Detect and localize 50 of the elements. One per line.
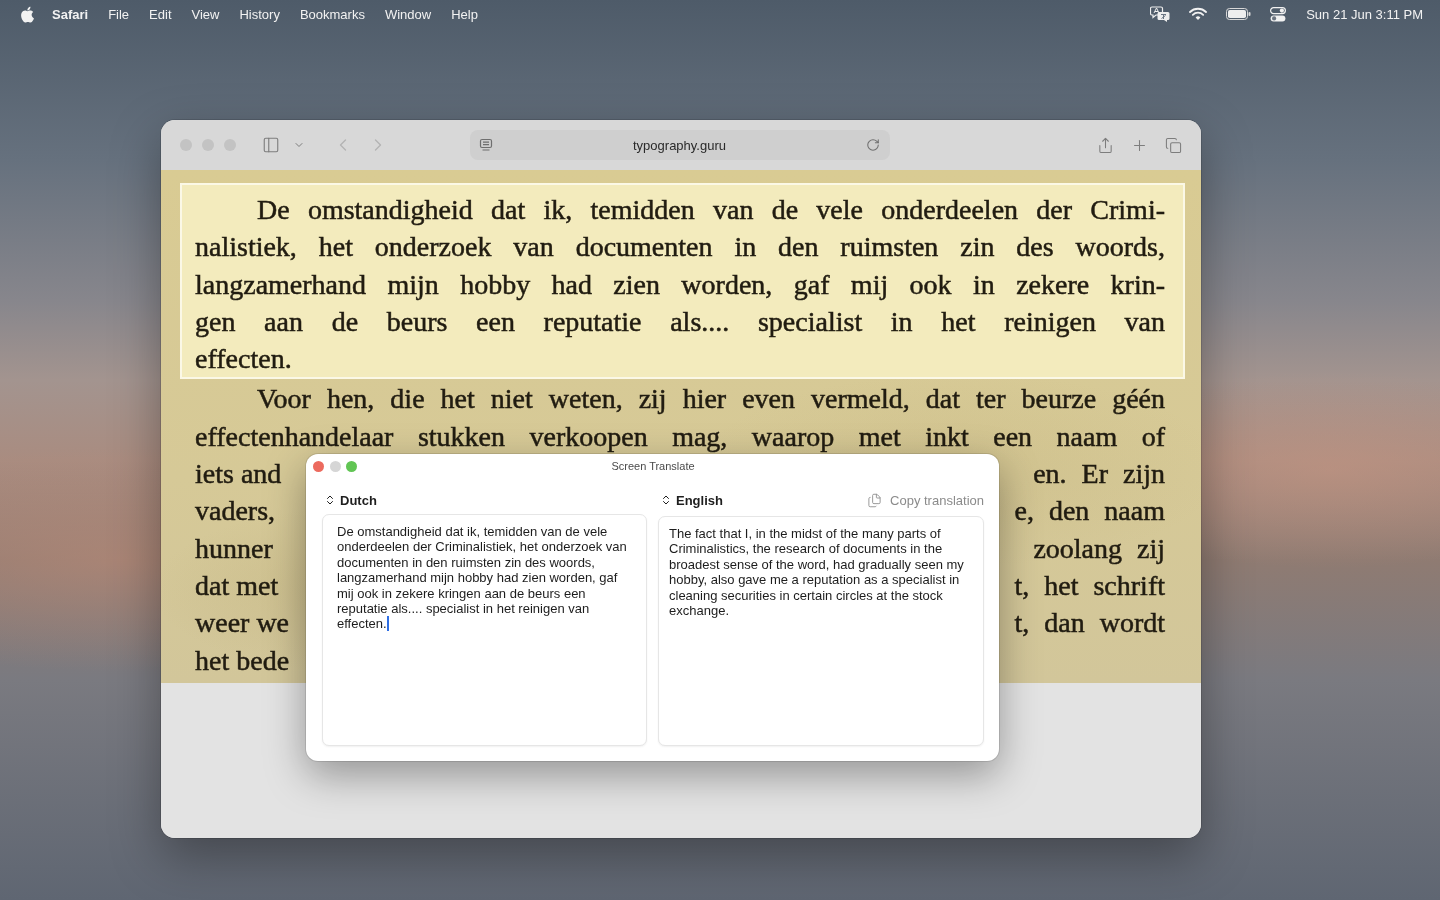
menu-item[interactable]: Edit bbox=[149, 6, 172, 22]
translation-output-field: The fact that I, in the midst of the many parts of Criminalistics, the research of documents in the broadest sense of the word, had gradually seen my hobby, also gave me a reputation as a specialist in cleaning securities in certain circles at the stock exchange. bbox=[658, 516, 984, 746]
scanned-text-fragment: iets and bbox=[195, 457, 282, 492]
scanned-text-fragment: weer we bbox=[195, 606, 290, 641]
source-text-field[interactable]: De omstandigheid dat ik, temidden van de vele onderdeelen der Criminalistiek, het onderzoek van documenten in den ruimsten zin des woords, langzamerhand mijn hobby had zien worden, gaf mij ook in zekere kringen aan de beurs een reputatie als.... specialist in het reinigen van effecten. bbox=[322, 514, 647, 746]
reload-icon[interactable] bbox=[866, 138, 880, 152]
target-language-button[interactable]: English bbox=[658, 492, 723, 508]
menu-item[interactable]: Window bbox=[384, 6, 432, 22]
scanned-text-line: effectenhandelaar stukken verkoopen mag, waarop met inkt een naam of bbox=[195, 419, 1165, 454]
battery-icon[interactable] bbox=[1226, 8, 1252, 20]
scanned-text-fragment: dat met bbox=[195, 568, 279, 603]
menu-bar-clock[interactable]: Sun 21 Jun 3:11 PM bbox=[1306, 6, 1423, 22]
translate-icon[interactable] bbox=[1150, 6, 1171, 22]
chevrons-up-down-icon bbox=[324, 494, 336, 506]
scanned-text-fragment: zoolang zij bbox=[1033, 531, 1165, 566]
chevrons-up-down-icon bbox=[660, 494, 672, 506]
scanned-text-line: gen aan de beurs een reputatie als.... specialist in het reinigen van bbox=[195, 304, 1165, 339]
scanned-text-line: langzamerhand mijn hobby had zien worden, gaf mij ook in zekere krin- bbox=[195, 267, 1165, 302]
control-center-icon[interactable] bbox=[1270, 6, 1287, 22]
scanned-text-fragment: vaders, bbox=[195, 494, 276, 529]
tab-overview-icon bbox=[1164, 136, 1182, 154]
zoom-window-button[interactable] bbox=[346, 460, 357, 472]
scanned-text-fragment: e, den naam bbox=[1014, 494, 1165, 529]
address-text: typography.guru bbox=[632, 137, 727, 153]
scanned-text-fragment: hunner bbox=[195, 531, 273, 566]
source-language-button[interactable]: Dutch bbox=[322, 492, 377, 508]
close-window-button[interactable] bbox=[313, 460, 324, 472]
scanned-text-fragment: het bede bbox=[195, 643, 290, 678]
scanned-text-line: effecten. bbox=[195, 342, 293, 377]
address-bar[interactable]: typography.guru bbox=[470, 130, 890, 160]
menu-item[interactable]: Bookmarks bbox=[299, 6, 365, 22]
apple-logo-icon[interactable] bbox=[20, 5, 34, 23]
menu-item[interactable]: Help bbox=[451, 6, 478, 22]
menu-item[interactable]: File bbox=[108, 6, 130, 22]
reader-icon[interactable] bbox=[479, 138, 493, 152]
scanned-text-line: De omstandigheid dat ik, temidden van de vele onderdeelen der Crimi- bbox=[257, 193, 1165, 227]
wifi-icon[interactable] bbox=[1189, 7, 1208, 21]
scanned-text-fragment: t, dan wordt bbox=[1014, 606, 1165, 641]
scanned-text-line: nalistiek, het onderzoek van documenten in den ruimsten zin des woords, bbox=[195, 230, 1165, 265]
menu-item[interactable]: History bbox=[239, 6, 280, 22]
scanned-text-fragment: t, het schrift bbox=[1014, 568, 1165, 603]
copy-icon bbox=[867, 492, 883, 508]
share-icon bbox=[1096, 136, 1114, 154]
copy-translation-button[interactable]: Copy translation bbox=[867, 492, 984, 508]
app-menu[interactable]: Safari bbox=[52, 6, 89, 22]
sidebar-icon bbox=[262, 136, 280, 154]
menu-item[interactable]: View bbox=[191, 6, 220, 22]
scanned-text-fragment: en. Er zijn bbox=[1033, 457, 1165, 492]
window-title: Screen Translate bbox=[611, 460, 695, 472]
scanned-text-line: Voor hen, die het niet weten, zij hier even vermeld, dat ter beurze géén bbox=[257, 382, 1165, 417]
